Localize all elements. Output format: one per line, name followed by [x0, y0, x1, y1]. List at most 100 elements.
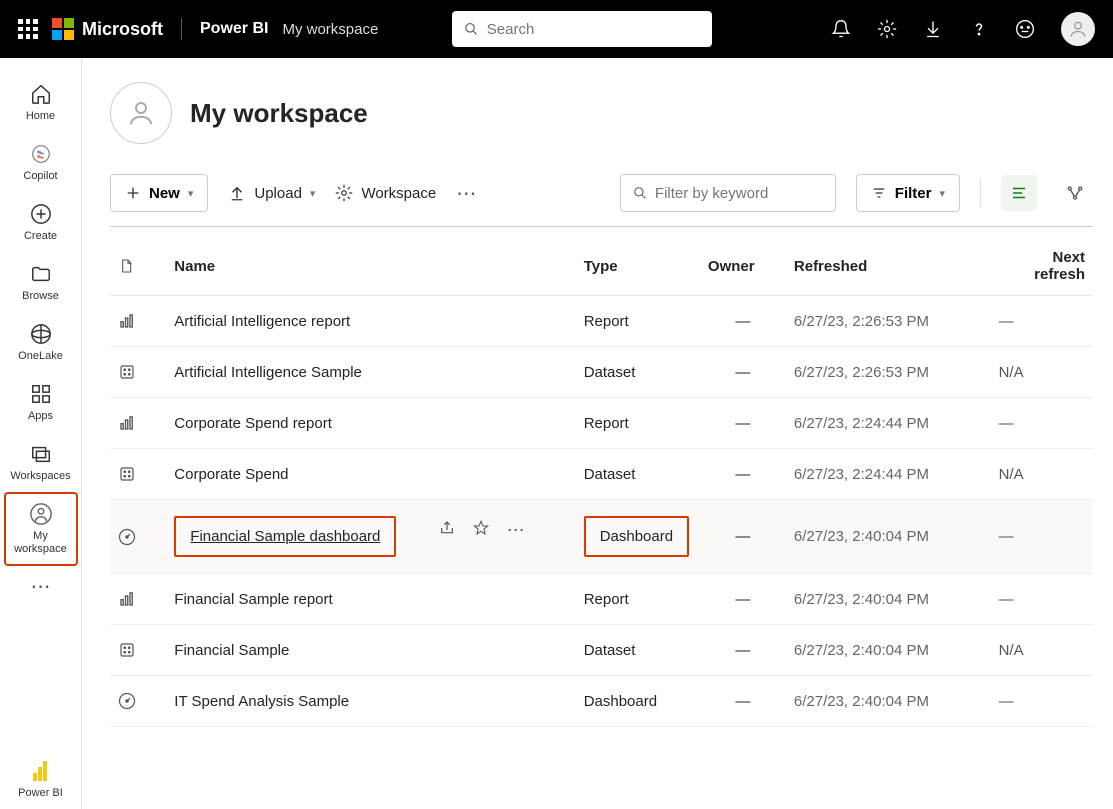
- filter-button[interactable]: Filter ▾: [856, 174, 960, 212]
- table-row[interactable]: Artificial Intelligence report Report — …: [110, 296, 1093, 347]
- item-refreshed: 6/27/23, 2:26:53 PM: [786, 296, 991, 347]
- item-owner: —: [700, 296, 786, 347]
- my-workspace-icon: [29, 502, 53, 526]
- item-type: Report: [576, 296, 700, 347]
- favorite-icon[interactable]: [473, 520, 489, 541]
- toolbar: New ▾ Upload ▾ Workspace ⋯ Filter ▾: [110, 174, 1093, 227]
- search-input[interactable]: [487, 21, 701, 38]
- item-name[interactable]: Financial Sample report: [166, 574, 575, 625]
- download-icon[interactable]: [923, 19, 943, 39]
- nav-more-icon[interactable]: ⋯: [31, 566, 51, 607]
- create-icon: [29, 202, 53, 226]
- microsoft-logo[interactable]: Microsoft: [52, 18, 163, 40]
- col-type[interactable]: Type: [576, 227, 700, 296]
- more-icon[interactable]: ⋯: [507, 520, 525, 541]
- plus-icon: [125, 185, 141, 201]
- item-type: Report: [576, 398, 700, 449]
- item-next-refresh: —: [991, 398, 1093, 449]
- col-owner[interactable]: Owner: [700, 227, 786, 296]
- account-avatar[interactable]: [1061, 12, 1095, 46]
- nav-label: Workspaces: [10, 470, 70, 482]
- share-icon[interactable]: [439, 520, 455, 541]
- nav-label: Apps: [28, 410, 53, 422]
- item-name[interactable]: Financial Sample dashboard ⋯: [166, 500, 575, 574]
- item-next-refresh: N/A: [991, 625, 1093, 676]
- help-icon[interactable]: [969, 19, 989, 39]
- col-next[interactable]: Next refresh: [991, 227, 1093, 296]
- global-header: Microsoft Power BI My workspace: [0, 0, 1113, 58]
- nav-label: OneLake: [18, 350, 63, 362]
- nav-powerbi[interactable]: Power BI: [4, 749, 78, 809]
- gear-icon: [335, 184, 353, 202]
- item-type: Dashboard: [576, 500, 700, 574]
- settings-icon[interactable]: [877, 19, 897, 39]
- col-name[interactable]: Name: [166, 227, 575, 296]
- product-label[interactable]: Power BI: [200, 20, 268, 38]
- nav-browse[interactable]: Browse: [4, 252, 78, 312]
- nav-apps[interactable]: Apps: [4, 372, 78, 432]
- breadcrumb[interactable]: My workspace: [282, 21, 378, 38]
- copilot-icon: [29, 142, 53, 166]
- nav-home[interactable]: Home: [4, 72, 78, 132]
- nav-label: Browse: [22, 290, 59, 302]
- item-type: Dataset: [576, 449, 700, 500]
- lineage-view-toggle[interactable]: [1057, 175, 1093, 211]
- table-row[interactable]: Financial Sample Dataset — 6/27/23, 2:40…: [110, 625, 1093, 676]
- item-type: Dataset: [576, 625, 700, 676]
- table-row[interactable]: Financial Sample report Report — 6/27/23…: [110, 574, 1093, 625]
- table-row[interactable]: Artificial Intelligence Sample Dataset —…: [110, 347, 1093, 398]
- nav-create[interactable]: Create: [4, 192, 78, 252]
- upload-button[interactable]: Upload ▾: [228, 184, 315, 202]
- nav-my-workspace[interactable]: My workspace: [4, 492, 78, 566]
- powerbi-icon: [29, 759, 53, 783]
- item-next-refresh: N/A: [991, 347, 1093, 398]
- more-icon[interactable]: ⋯: [456, 181, 476, 206]
- page-title: My workspace: [190, 98, 368, 129]
- item-name[interactable]: IT Spend Analysis Sample: [166, 676, 575, 727]
- item-refreshed: 6/27/23, 2:24:44 PM: [786, 449, 991, 500]
- table-row[interactable]: Corporate Spend Dataset — 6/27/23, 2:24:…: [110, 449, 1093, 500]
- col-icon[interactable]: [110, 227, 166, 296]
- workspace-settings-button[interactable]: Workspace: [335, 184, 436, 202]
- table-row[interactable]: IT Spend Analysis Sample Dashboard — 6/2…: [110, 676, 1093, 727]
- table-row[interactable]: Corporate Spend report Report — 6/27/23,…: [110, 398, 1093, 449]
- item-owner: —: [700, 449, 786, 500]
- type-icon: [110, 347, 166, 398]
- item-refreshed: 6/27/23, 2:26:53 PM: [786, 347, 991, 398]
- item-owner: —: [700, 500, 786, 574]
- app-launcher-icon[interactable]: [18, 19, 38, 39]
- content-table: Name Type Owner Refreshed Next refresh A…: [110, 227, 1093, 727]
- item-owner: —: [700, 625, 786, 676]
- nav-onelake[interactable]: OneLake: [4, 312, 78, 372]
- new-button[interactable]: New ▾: [110, 174, 208, 212]
- item-next-refresh: —: [991, 296, 1093, 347]
- type-icon: [110, 500, 166, 574]
- workspace-avatar: [110, 82, 172, 144]
- chevron-down-icon: ▾: [188, 187, 194, 200]
- filter-keyword-input[interactable]: [620, 174, 836, 212]
- item-name[interactable]: Artificial Intelligence report: [166, 296, 575, 347]
- item-next-refresh: —: [991, 574, 1093, 625]
- item-refreshed: 6/27/23, 2:40:04 PM: [786, 574, 991, 625]
- item-refreshed: 6/27/23, 2:40:04 PM: [786, 676, 991, 727]
- list-view-toggle[interactable]: [1001, 175, 1037, 211]
- chevron-down-icon: ▾: [939, 187, 945, 200]
- notifications-icon[interactable]: [831, 19, 851, 39]
- type-icon: [110, 296, 166, 347]
- item-name[interactable]: Artificial Intelligence Sample: [166, 347, 575, 398]
- col-refreshed[interactable]: Refreshed: [786, 227, 991, 296]
- workspaces-icon: [29, 442, 53, 466]
- type-icon: [110, 398, 166, 449]
- item-name[interactable]: Corporate Spend: [166, 449, 575, 500]
- global-search[interactable]: [452, 11, 712, 47]
- item-name[interactable]: Corporate Spend report: [166, 398, 575, 449]
- nav-copilot[interactable]: Copilot: [4, 132, 78, 192]
- search-icon: [633, 185, 647, 201]
- nav-label: Copilot: [23, 170, 57, 182]
- item-type: Report: [576, 574, 700, 625]
- feedback-icon[interactable]: [1015, 19, 1035, 39]
- item-name[interactable]: Financial Sample: [166, 625, 575, 676]
- nav-label: Create: [24, 230, 57, 242]
- nav-workspaces[interactable]: Workspaces: [4, 432, 78, 492]
- table-row[interactable]: Financial Sample dashboard ⋯ Dashboard —…: [110, 500, 1093, 574]
